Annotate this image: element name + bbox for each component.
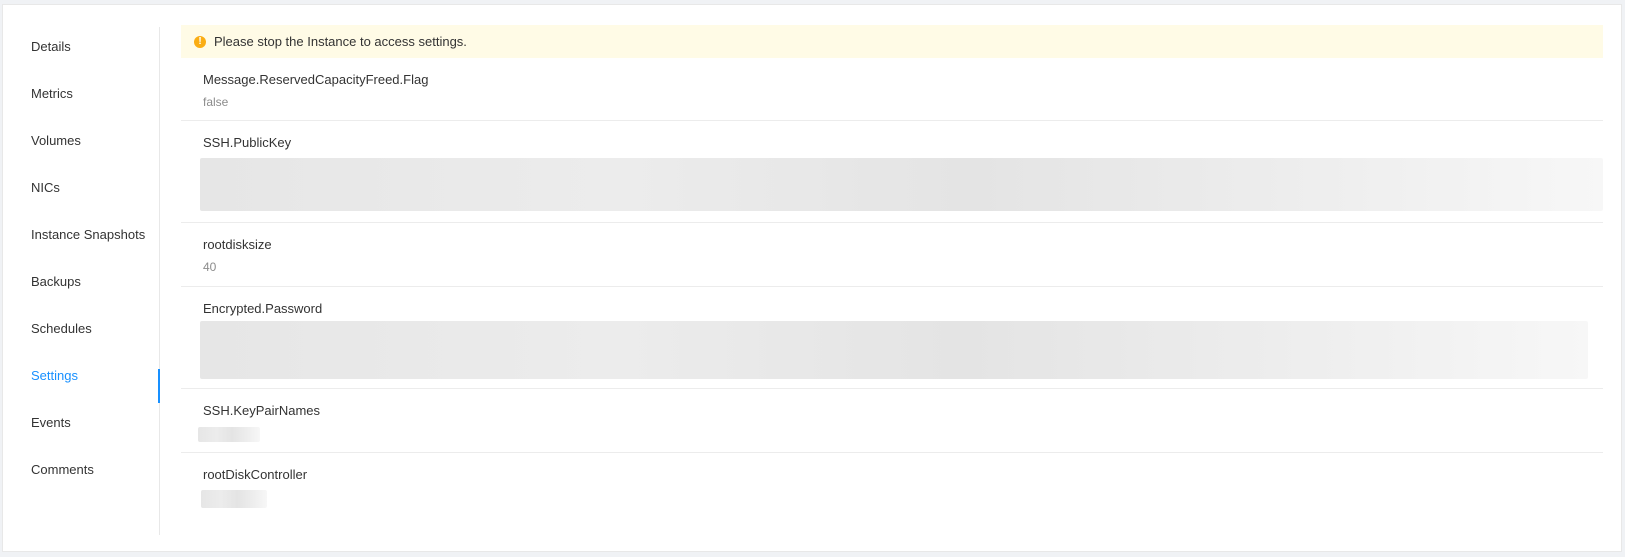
sidebar-tabs: Details Metrics Volumes NICs Instance Sn… (3, 27, 160, 535)
redacted-value (200, 158, 1603, 211)
stop-instance-alert: ! Please stop the Instance to access set… (181, 25, 1603, 58)
redacted-value (200, 321, 1588, 379)
alert-text: Please stop the Instance to access setti… (214, 34, 467, 49)
setting-value: false (203, 95, 229, 109)
tab-details[interactable]: Details (31, 36, 71, 58)
setting-key: Encrypted.Password (203, 301, 323, 316)
setting-row[interactable]: rootdisksize 40 (181, 223, 1603, 287)
tab-comments[interactable]: Comments (31, 459, 94, 481)
tab-settings[interactable]: Settings (31, 365, 78, 387)
exclamation-circle-icon: ! (194, 35, 206, 48)
setting-row[interactable]: SSH.KeyPairNames (181, 389, 1603, 453)
tab-schedules[interactable]: Schedules (31, 318, 92, 340)
setting-value: 40 (203, 260, 217, 274)
setting-key: rootdisksize (203, 237, 272, 252)
instance-settings-card: Details Metrics Volumes NICs Instance Sn… (2, 4, 1622, 552)
redacted-value (198, 427, 260, 442)
setting-key: SSH.PublicKey (203, 135, 292, 150)
active-tab-indicator (158, 369, 160, 403)
setting-row[interactable]: Encrypted.Password (181, 287, 1603, 389)
tab-events[interactable]: Events (31, 412, 71, 434)
redacted-value (201, 490, 267, 508)
tab-volumes[interactable]: Volumes (31, 130, 81, 152)
tab-nics[interactable]: NICs (31, 177, 60, 199)
setting-row[interactable]: rootDiskController (181, 453, 1603, 515)
setting-key: rootDiskController (203, 467, 308, 482)
setting-row[interactable]: SSH.PublicKey (181, 121, 1603, 223)
setting-key: SSH.KeyPairNames (203, 403, 321, 418)
setting-row[interactable]: Message.ReservedCapacityFreed.Flag false (181, 58, 1603, 121)
setting-key: Message.ReservedCapacityFreed.Flag (203, 72, 429, 87)
tab-metrics[interactable]: Metrics (31, 83, 73, 105)
tab-backups[interactable]: Backups (31, 271, 81, 293)
tab-instance-snapshots[interactable]: Instance Snapshots (31, 224, 145, 246)
